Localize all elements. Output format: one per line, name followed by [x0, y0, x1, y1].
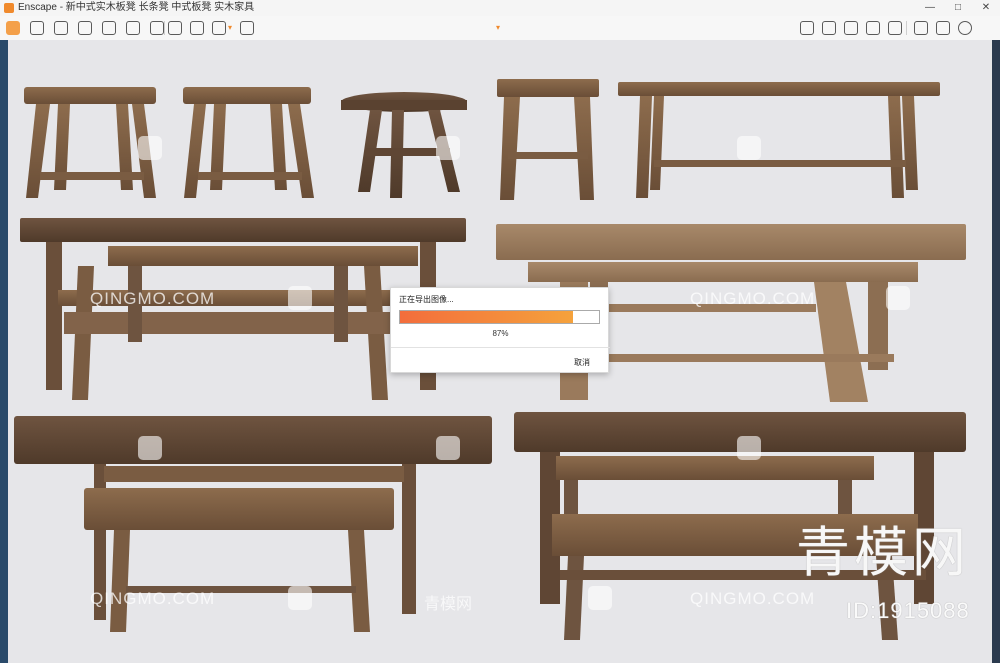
enscape-toolbar: ▾ ▾ [0, 16, 1000, 41]
desktop-edge-right [992, 40, 1000, 663]
maximize-button[interactable]: □ [944, 0, 972, 16]
watermark-text: QINGMO.COM [690, 289, 816, 308]
watermark-text: QINGMO.COM [90, 289, 216, 308]
cancel-button[interactable]: 取消 [574, 357, 590, 368]
dialog-title: 正在导出图像... [399, 295, 454, 304]
watermark-logo-icon [436, 436, 460, 460]
enscape-icon [4, 3, 14, 13]
progress-bar [399, 310, 600, 324]
chevron-down-icon[interactable]: ▾ [496, 23, 500, 32]
export-progress-dialog: 正在导出图像... 87% 取消 [390, 287, 610, 373]
watermark-logo-icon [886, 286, 910, 310]
sync-icon[interactable] [102, 21, 116, 35]
watermark-logo-icon [737, 436, 761, 460]
minimize-button[interactable]: — [916, 0, 944, 16]
watermark-text: 青模网 [424, 596, 473, 613]
watermark-logo-icon [588, 586, 612, 610]
screenshot-icon[interactable] [168, 21, 182, 35]
link-icon[interactable] [30, 21, 44, 35]
watermark-logo-icon [288, 286, 312, 310]
watermark-text: QINGMO.COM [690, 589, 816, 608]
settings-sliders-icon[interactable] [888, 21, 902, 35]
map-icon[interactable] [800, 21, 814, 35]
cube-icon[interactable] [844, 21, 858, 35]
watermark-logo-icon [737, 136, 761, 160]
window-title: Enscape - 新中式实木板凳 长条凳 中式板凳 实木家具 [18, 2, 255, 13]
export-icon[interactable] [212, 21, 226, 35]
upload-icon[interactable] [126, 21, 140, 35]
batch-render-icon[interactable] [190, 21, 204, 35]
pin-icon[interactable] [54, 21, 68, 35]
close-button[interactable]: ✕ [972, 0, 1000, 16]
watermark-logo-icon [436, 136, 460, 160]
watermark-logo-icon [288, 586, 312, 610]
desktop-edge-left [0, 40, 8, 663]
progress-percent: 87% [492, 329, 509, 338]
toolbar-separator [906, 21, 907, 35]
tall-stool [497, 79, 599, 200]
watermark-text: QINGMO.COM [90, 589, 216, 608]
gear-icon[interactable] [936, 21, 950, 35]
clapper-icon[interactable] [150, 21, 164, 35]
stool-1 [24, 87, 156, 198]
toolbar-separator [164, 21, 165, 35]
watermark-brand: 青模网 [796, 523, 970, 583]
title-bar: Enscape - 新中式实木板凳 长条凳 中式板凳 实木家具 — □ ✕ [0, 0, 1000, 16]
chevron-down-icon[interactable]: ▾ [228, 23, 232, 32]
watermark-logo-icon [138, 136, 162, 160]
asset-icon[interactable] [866, 21, 880, 35]
progress-fill [400, 311, 574, 323]
long-bench [618, 82, 940, 198]
window-controls: — □ ✕ [916, 0, 1000, 16]
binoculars-icon[interactable] [78, 21, 92, 35]
table-set-3 [14, 416, 492, 632]
eye-icon[interactable] [914, 21, 928, 35]
help-icon[interactable] [958, 21, 972, 35]
watermark-id: ID:1915088 [846, 598, 970, 623]
enscape-logo-icon[interactable] [6, 21, 20, 35]
panorama-icon[interactable] [822, 21, 836, 35]
watermark-logo-icon [138, 436, 162, 460]
stool-2 [183, 87, 314, 198]
dialog-divider [391, 347, 610, 348]
video-icon[interactable] [240, 21, 254, 35]
